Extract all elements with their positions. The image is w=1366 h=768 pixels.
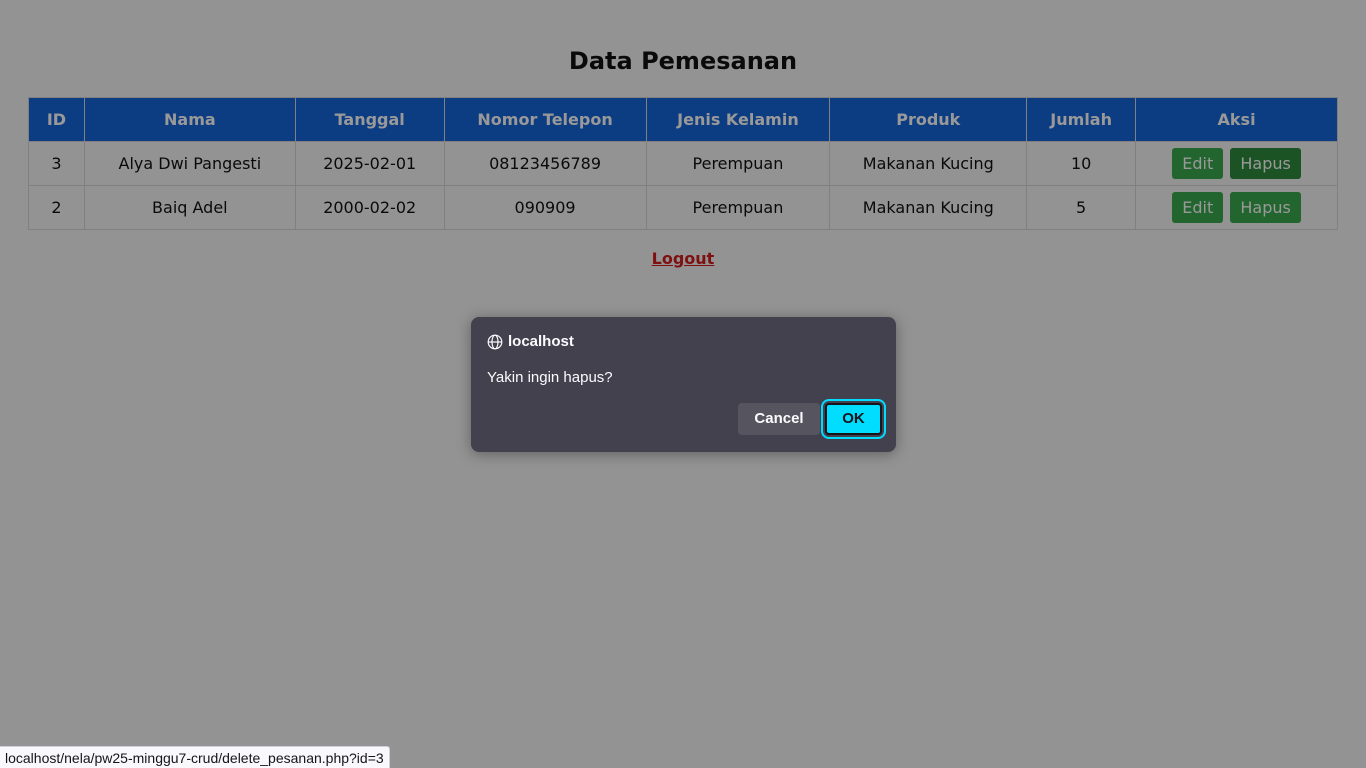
dialog-origin: localhost [487,333,574,350]
cancel-button[interactable]: Cancel [738,403,820,435]
globe-icon [487,334,503,349]
ok-button[interactable]: OK [821,399,886,439]
status-bar-url: localhost/nela/pw25-minggu7-crud/delete_… [0,746,390,768]
dialog-message: Yakin ingin hapus? [487,369,613,386]
confirm-dialog: localhost Yakin ingin hapus? Cancel OK [471,317,896,452]
dialog-origin-label: localhost [508,333,574,350]
